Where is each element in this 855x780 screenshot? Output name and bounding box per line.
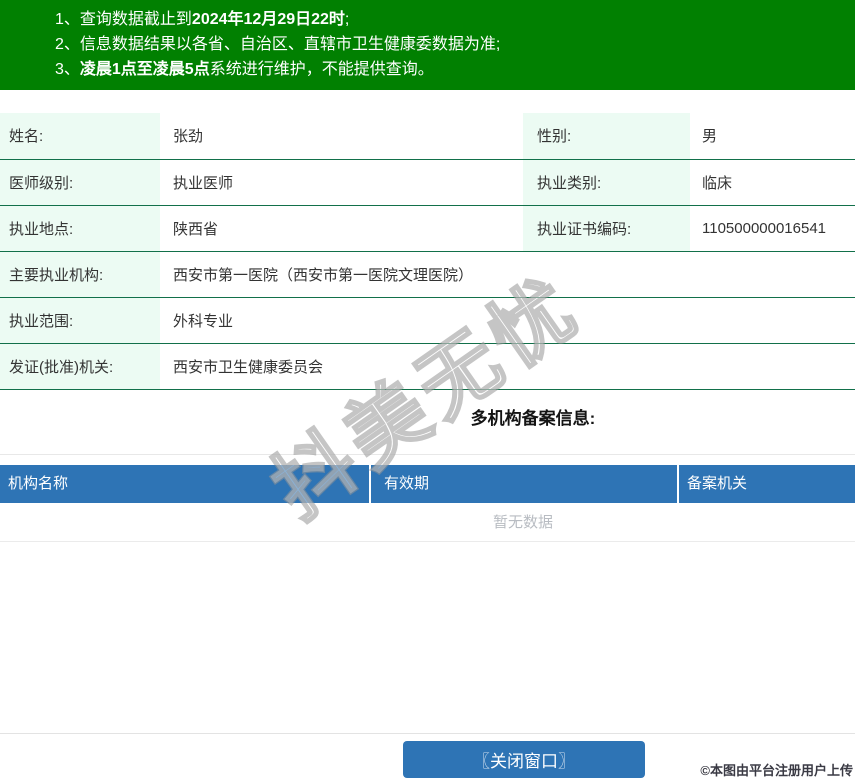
notice-line-1: 1、查询数据截止到2024年12月29日22时; bbox=[55, 7, 855, 32]
notice-banner: 1、查询数据截止到2024年12月29日22时; 2、信息数据结果以各省、自治区… bbox=[0, 0, 855, 90]
close-window-button[interactable]: 〖关闭窗口〗 bbox=[403, 741, 645, 778]
section-title-multi-institution: 多机构备案信息: bbox=[470, 409, 596, 428]
practitioner-info-table: 姓名: 张劲 性别: 男 医师级别: 执业医师 执业类别: 临床 执业地点: 陕… bbox=[0, 113, 855, 390]
notice-line-3: 3、凌晨1点至凌晨5点系统进行维护，不能提供查询。 bbox=[55, 57, 855, 82]
field-label-practice-scope: 执业范围: bbox=[0, 297, 160, 344]
field-value-name: 张劲 bbox=[160, 113, 523, 160]
notice-text: 查询数据截止到 bbox=[79, 11, 192, 28]
column-header-filing-authority: 备案机关 bbox=[677, 465, 855, 503]
notice-text: ; bbox=[344, 11, 350, 28]
field-value-main-institution: 西安市第一医院（西安市第一医院文理医院） bbox=[160, 251, 855, 298]
column-header-institution-name: 机构名称 bbox=[8, 475, 69, 492]
field-label-license-number: 执业证书编码: bbox=[523, 205, 690, 252]
notice-text: 信息数据结果以各省、自治区、直辖市卫生健康委数据为准; bbox=[79, 36, 501, 53]
notice-text-bold: 2024年12月29日22时 bbox=[191, 11, 345, 28]
notice-line-number: 1、 bbox=[55, 11, 80, 28]
field-value-gender: 男 bbox=[690, 113, 855, 160]
field-label-name: 姓名: bbox=[0, 113, 160, 160]
records-table-top-divider bbox=[0, 454, 855, 455]
field-label-doctor-level: 医师级别: bbox=[0, 159, 160, 206]
field-value-practice-location: 陕西省 bbox=[160, 205, 523, 252]
field-label-gender: 性别: bbox=[523, 113, 690, 160]
field-value-practice-category: 临床 bbox=[690, 159, 855, 206]
upload-credit-stamp: ©本图由平台注册用户上传 bbox=[700, 763, 853, 778]
notice-text: 系统进行维护，不能提供查询。 bbox=[209, 61, 434, 78]
notice-line-number: 2、 bbox=[55, 36, 80, 53]
footer-divider bbox=[0, 733, 855, 734]
table-row-issuing-authority: 发证(批准)机关: 西安市卫生健康委员会 bbox=[0, 343, 855, 390]
field-value-doctor-level: 执业医师 bbox=[160, 159, 523, 206]
field-label-practice-location: 执业地点: bbox=[0, 205, 160, 252]
field-value-license-number: 110500000016541 bbox=[690, 205, 855, 252]
query-result-page: 1、查询数据截止到2024年12月29日22时; 2、信息数据结果以各省、自治区… bbox=[0, 0, 855, 780]
field-label-practice-category: 执业类别: bbox=[523, 159, 690, 206]
field-label-main-institution: 主要执业机构: bbox=[0, 251, 160, 298]
notice-text-bold: 凌晨1点至凌晨5点 bbox=[79, 61, 210, 78]
records-empty-row: 暂无数据 bbox=[0, 503, 855, 542]
notice-line-number: 3、 bbox=[55, 61, 80, 78]
table-row-location-license: 执业地点: 陕西省 执业证书编码: 110500000016541 bbox=[0, 205, 855, 252]
table-row-level-category: 医师级别: 执业医师 执业类别: 临床 bbox=[0, 159, 855, 206]
notice-line-2: 2、信息数据结果以各省、自治区、直辖市卫生健康委数据为准; bbox=[55, 32, 855, 57]
column-header-validity-period: 有效期 bbox=[369, 465, 677, 503]
field-label-issuing-authority: 发证(批准)机关: bbox=[0, 343, 160, 390]
records-table-header: 机构名称 有效期 备案机关 bbox=[0, 465, 855, 503]
table-row-name-gender: 姓名: 张劲 性别: 男 bbox=[0, 113, 855, 160]
field-value-practice-scope: 外科专业 bbox=[160, 297, 855, 344]
table-row-main-institution: 主要执业机构: 西安市第一医院（西安市第一医院文理医院） bbox=[0, 251, 855, 298]
table-row-practice-scope: 执业范围: 外科专业 bbox=[0, 297, 855, 344]
empty-data-text: 暂无数据 bbox=[492, 514, 554, 531]
field-value-issuing-authority: 西安市卫生健康委员会 bbox=[160, 343, 855, 390]
